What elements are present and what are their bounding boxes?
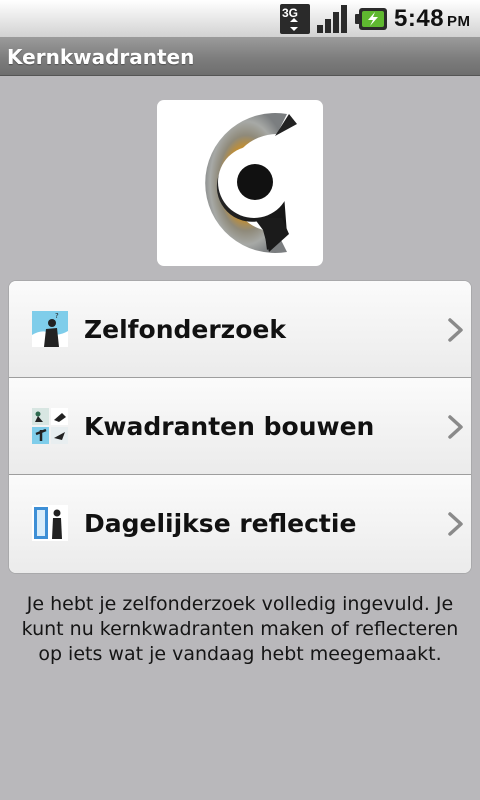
app-title: Kernkwadranten	[7, 45, 195, 69]
signal-strength-icon	[316, 3, 350, 35]
menu-item-kwadranten-bouwen[interactable]: Kwadranten bouwen	[9, 378, 471, 475]
title-bar: Kernkwadranten	[0, 38, 480, 76]
chevron-right-icon	[447, 317, 465, 343]
main-menu: ? Zelfonderzoek Kwadranten bouwen Dageli…	[9, 281, 471, 573]
svg-text:3G: 3G	[282, 6, 298, 20]
svg-text:?: ?	[55, 312, 59, 320]
clock: 5:48 PM	[394, 5, 471, 32]
network-3g-icon: 3G	[279, 3, 311, 35]
menu-item-label: Zelfonderzoek	[84, 315, 286, 344]
battery-charging-icon	[355, 7, 389, 31]
menu-item-label: Dagelijkse reflectie	[84, 509, 357, 538]
info-text: Je hebt je zelfonderzoek volledig ingevu…	[21, 593, 459, 665]
reflection-icon	[32, 505, 68, 541]
chevron-right-icon	[447, 414, 465, 440]
self-research-icon: ?	[32, 311, 68, 347]
app-logo	[157, 100, 323, 266]
quadrants-icon	[32, 408, 68, 444]
menu-item-zelfonderzoek[interactable]: ? Zelfonderzoek	[9, 281, 471, 378]
menu-item-dagelijkse-reflectie[interactable]: Dagelijkse reflectie	[9, 475, 471, 573]
menu-item-label: Kwadranten bouwen	[84, 412, 375, 441]
status-bar: 3G 5:48 PM	[0, 0, 480, 38]
chevron-right-icon	[447, 511, 465, 537]
